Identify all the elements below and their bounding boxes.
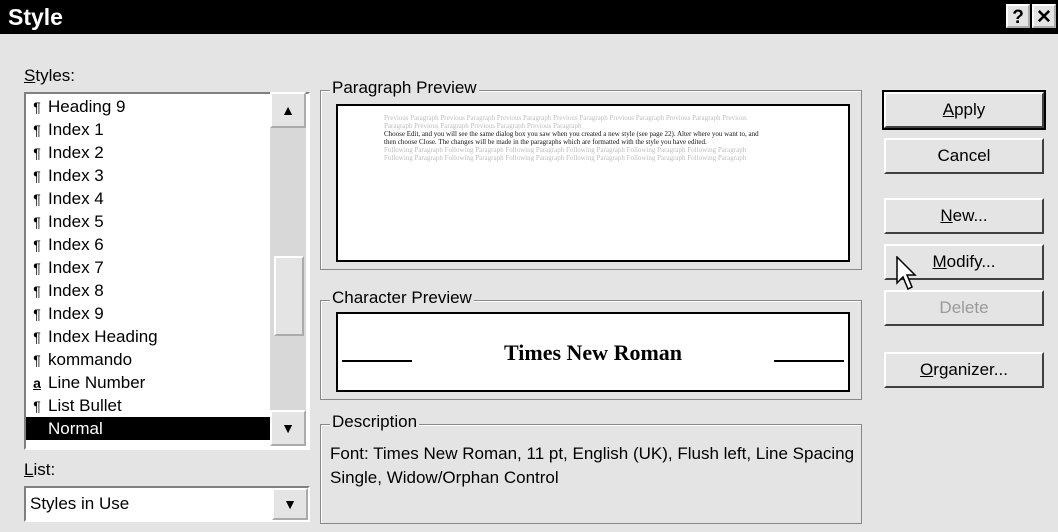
style-list-item[interactable]: ¶ Heading 9: [26, 95, 272, 118]
list-filter-select[interactable]: Styles in Use ▼: [24, 486, 310, 522]
styles-label: Styles:: [24, 66, 76, 85]
paragraph-style-icon: ¶: [33, 99, 41, 115]
style-list-item-label: Index 2: [48, 143, 104, 162]
style-list-item[interactable]: ¶ Index 7: [26, 256, 272, 279]
preview-previous-text: Previous Paragraph Previous Paragraph Pr…: [384, 114, 747, 130]
style-list-item-label: Index 7: [48, 258, 104, 277]
paragraph-style-icon: ¶: [33, 191, 41, 207]
delete-button[interactable]: Delete: [884, 290, 1044, 326]
help-button[interactable]: ?: [1006, 4, 1030, 28]
window-title: Style: [8, 4, 63, 30]
style-list-item-label: Heading 9: [48, 97, 126, 116]
apply-button[interactable]: Apply: [882, 90, 1046, 130]
style-list-item[interactable]: ¶ Index Heading: [26, 325, 272, 348]
title-bar[interactable]: Style ? ✕: [0, 0, 1058, 34]
style-list-item[interactable]: ¶ Index 9: [26, 302, 272, 325]
preview-current-text: Choose Edit, and you will see the same d…: [384, 130, 759, 146]
character-style-icon: a: [33, 375, 41, 391]
paragraph-style-icon: ¶: [33, 306, 41, 322]
style-list-item[interactable]: ¶ Index 8: [26, 279, 272, 302]
paragraph-style-icon: ¶: [33, 168, 41, 184]
scroll-thumb[interactable]: [274, 256, 304, 336]
style-list-item-label: Normal: [48, 419, 103, 438]
style-list-item[interactable]: ¶ Index 6: [26, 233, 272, 256]
scroll-up-button[interactable]: ▲: [270, 92, 306, 128]
paragraph-style-icon: ¶: [33, 398, 41, 414]
paragraph-style-icon: ¶: [33, 260, 41, 276]
paragraph-style-icon: ¶: [33, 237, 41, 253]
style-list-item[interactable]: ¶ Index 5: [26, 210, 272, 233]
character-preview-title: Character Preview: [330, 288, 474, 307]
style-list-item-label: Index 5: [48, 212, 104, 231]
style-list-item-label: Index Heading: [48, 327, 158, 346]
cancel-button[interactable]: Cancel: [884, 138, 1044, 174]
paragraph-style-icon: ¶: [33, 283, 41, 299]
style-list-item-label: Index 6: [48, 235, 104, 254]
style-list-item[interactable]: ¶ Index 1: [26, 118, 272, 141]
new-button[interactable]: New...: [884, 198, 1044, 234]
paragraph-preview-title: Paragraph Preview: [330, 78, 479, 97]
paragraph-style-icon: ¶: [33, 329, 41, 345]
paragraph-style-icon: ¶: [33, 352, 41, 368]
style-list-item[interactable]: ¶ List Bullet: [26, 394, 272, 417]
preview-following-text: Following Paragraph Following Paragraph …: [384, 146, 747, 162]
styles-list[interactable]: ¶ Heading 9 ¶ Index 1 ¶ Index 2 ¶ Index 3 ¶ Index…: [24, 92, 310, 450]
style-list-item[interactable]: ¶ kommando: [26, 348, 272, 371]
scroll-down-button[interactable]: ▼: [270, 410, 306, 446]
style-list-item-label: Line Number: [48, 373, 146, 392]
style-list-item-label: Index 4: [48, 189, 104, 208]
style-list-item[interactable]: a Line Number: [26, 371, 272, 394]
style-list-item-label: kommando: [48, 350, 133, 369]
style-list-item[interactable]: ¶ Index 3: [26, 164, 272, 187]
style-list-item-label: Index 8: [48, 281, 104, 300]
style-list-item-label: Index 3: [48, 166, 104, 185]
style-list-item-label: Index 1: [48, 120, 104, 139]
style-list-item-label: List Bullet: [48, 396, 122, 415]
style-list-item[interactable]: ¶ Index 4: [26, 187, 272, 210]
style-list-item-label: Index 9: [48, 304, 104, 323]
organizer-button[interactable]: Organizer...: [884, 352, 1044, 388]
paragraph-style-icon: ¶: [33, 122, 41, 138]
paragraph-preview-box: Previous Paragraph Previous Paragraph Pr…: [336, 104, 850, 262]
close-button[interactable]: ✕: [1032, 4, 1056, 28]
paragraph-style-icon: ¶: [33, 214, 41, 230]
character-preview-box: Times New Roman: [336, 312, 850, 392]
description-title: Description: [330, 412, 420, 431]
list-filter-value: Styles in Use: [30, 494, 130, 513]
paragraph-style-icon: ¶: [33, 145, 41, 161]
dropdown-arrow-icon[interactable]: ▼: [272, 488, 308, 520]
description-text: Font: Times New Roman, 11 pt, English (U…: [330, 444, 855, 487]
list-label: List:: [24, 460, 56, 479]
baseline-right: [774, 360, 844, 362]
mouse-cursor-icon: [896, 256, 917, 291]
style-list-item[interactable]: Normal: [26, 417, 272, 440]
character-preview-text: Times New Roman: [503, 340, 683, 365]
style-list-item[interactable]: ¶ Index 2: [26, 141, 272, 164]
